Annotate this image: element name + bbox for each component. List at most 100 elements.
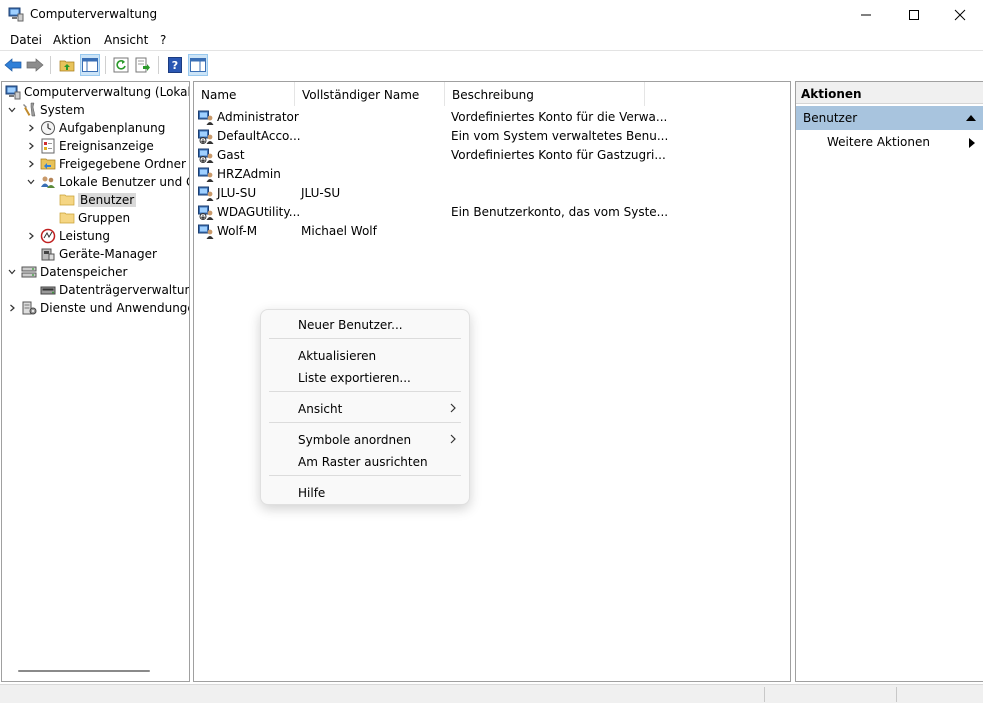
folder-icon (59, 212, 75, 224)
status-divider (896, 687, 897, 702)
ctx-item-label: Neuer Benutzer... (298, 318, 403, 332)
tree-item-label: Freigegebene Ordner (59, 157, 186, 171)
ctx-item-hilfe[interactable]: Hilfe (261, 481, 469, 503)
actions-pane: Aktionen Benutzer Weitere Aktionen (795, 81, 983, 682)
ctx-item-liste-exportieren[interactable]: Liste exportieren... (261, 366, 469, 388)
tree-item-lokale-benutzer-und-gruppen[interactable]: Lokale Benutzer und Gruppen (25, 173, 189, 191)
tree-horizontal-scrollbar[interactable] (18, 670, 150, 672)
up-level-button[interactable] (57, 54, 77, 76)
actions-section-label: Benutzer (803, 111, 858, 125)
performance-icon (40, 228, 56, 244)
column-header-name[interactable]: Name (194, 82, 295, 106)
user-icon (198, 186, 214, 201)
refresh-button[interactable] (111, 54, 131, 76)
collapse-triangle-icon[interactable] (966, 115, 976, 121)
tree-item-label: System (40, 103, 85, 117)
shared-folder-icon (40, 158, 56, 170)
cell-name: WDAGUtility... (217, 205, 301, 219)
chevron-right-icon[interactable] (25, 122, 37, 134)
column-header-fullname[interactable]: Vollständiger Name (295, 82, 445, 106)
chevron-right-icon[interactable] (25, 140, 37, 152)
user-icon (198, 167, 214, 182)
back-arrow-icon (4, 58, 22, 72)
minimize-button[interactable] (843, 0, 889, 29)
ctx-item-ansicht[interactable]: Ansicht (261, 397, 469, 419)
tree-item-freigegebene-ordner[interactable]: Freigegebene Ordner (25, 155, 186, 173)
computer-management-icon (5, 85, 21, 100)
tree-item-label: Dienste und Anwendungen (40, 301, 190, 315)
ctx-item-symbole-anordnen[interactable]: Symbole anordnen (261, 428, 469, 450)
show-hide-action-pane-button[interactable] (188, 54, 208, 76)
cell-name: JLU-SU (217, 186, 257, 200)
action-pane-icon (190, 58, 206, 72)
computer-management-icon (8, 7, 24, 22)
show-hide-tree-button[interactable] (80, 54, 100, 76)
ctx-item-label: Hilfe (298, 486, 326, 500)
ctx-item-label: Aktualisieren (298, 349, 377, 363)
chevron-right-icon (450, 403, 456, 413)
window-title: Computerverwaltung (30, 7, 158, 21)
menu-help[interactable]: ? (160, 33, 166, 47)
tree-item-datentraegerverwaltung[interactable]: Datenträgerverwaltung (40, 281, 189, 299)
ctx-separator (269, 475, 461, 476)
tree-item-geraete-manager[interactable]: Geräte-Manager (40, 245, 157, 263)
tree-item-dienste-und-anwendungen[interactable]: Dienste und Anwendungen (6, 299, 190, 317)
tree-item-benutzer[interactable]: Benutzer (59, 191, 137, 209)
tree-item-aufgabenplanung[interactable]: Aufgabenplanung (25, 119, 165, 137)
status-divider (764, 687, 765, 702)
chevron-right-icon[interactable] (6, 302, 18, 314)
help-button[interactable]: ? (165, 54, 185, 76)
storage-icon (21, 266, 37, 278)
toolbar-separator (105, 56, 106, 74)
ctx-separator (269, 422, 461, 423)
chevron-right-icon[interactable] (25, 230, 37, 242)
console-tree[interactable]: Computerverwaltung (Lokal) System Aufgab… (1, 81, 190, 682)
maximize-button[interactable] (891, 0, 937, 29)
tree-item-gruppen[interactable]: Gruppen (59, 209, 130, 227)
ctx-separator (269, 338, 461, 339)
chevron-down-icon[interactable] (6, 104, 18, 116)
tree-item-datenspeicher[interactable]: Datenspeicher (6, 263, 127, 281)
menu-ansicht[interactable]: Ansicht (104, 33, 148, 47)
tree-item-label: Datenspeicher (40, 265, 128, 279)
forward-arrow-icon (26, 58, 44, 72)
tree-item-computer-management[interactable]: Computerverwaltung (Lokal) (5, 83, 190, 101)
actions-section-benutzer[interactable]: Benutzer (796, 106, 983, 130)
export-list-button[interactable] (133, 54, 153, 76)
system-tools-icon (23, 102, 36, 117)
column-header-label: Beschreibung (452, 88, 534, 102)
toolbar-separator (50, 56, 51, 74)
tree-item-label: Ereignisanzeige (59, 139, 154, 153)
chevron-right-icon[interactable] (25, 158, 37, 170)
menu-bar: Datei Aktion Ansicht ? (0, 29, 983, 51)
ctx-item-am-raster-ausrichten[interactable]: Am Raster ausrichten (261, 450, 469, 472)
back-button[interactable] (3, 54, 23, 76)
status-bar (0, 684, 983, 703)
chevron-down-icon[interactable] (6, 266, 18, 278)
action-weitere-aktionen[interactable]: Weitere Aktionen (827, 135, 930, 149)
tree-item-label: Geräte-Manager (59, 247, 157, 261)
forward-button[interactable] (25, 54, 45, 76)
chevron-right-icon (450, 434, 456, 444)
close-button[interactable] (937, 0, 983, 29)
toolbar: ? (0, 51, 983, 79)
chevron-down-icon[interactable] (25, 176, 37, 188)
device-manager-icon (41, 248, 55, 261)
toolbar-separator (158, 56, 159, 74)
context-menu: Neuer Benutzer... Aktualisieren Liste ex… (260, 309, 470, 505)
column-header-description[interactable]: Beschreibung (445, 82, 645, 106)
tree-item-label: Computerverwaltung (Lokal) (24, 85, 190, 99)
cell-name: Wolf-M (217, 224, 258, 238)
user-disabled-icon (198, 205, 214, 220)
ctx-item-aktualisieren[interactable]: Aktualisieren (261, 344, 469, 366)
menu-aktion[interactable]: Aktion (53, 33, 91, 47)
tree-item-leistung[interactable]: Leistung (25, 227, 110, 245)
tree-item-ereignisanzeige[interactable]: Ereignisanzeige (25, 137, 154, 155)
menu-datei[interactable]: Datei (10, 33, 42, 47)
tree-item-label: Gruppen (78, 211, 131, 225)
ctx-item-neuer-benutzer[interactable]: Neuer Benutzer... (261, 313, 469, 335)
help-icon: ? (168, 57, 182, 73)
action-label: Weitere Aktionen (827, 135, 930, 149)
tree-item-system[interactable]: System (6, 101, 85, 119)
column-header-label: Vollständiger Name (302, 88, 420, 102)
